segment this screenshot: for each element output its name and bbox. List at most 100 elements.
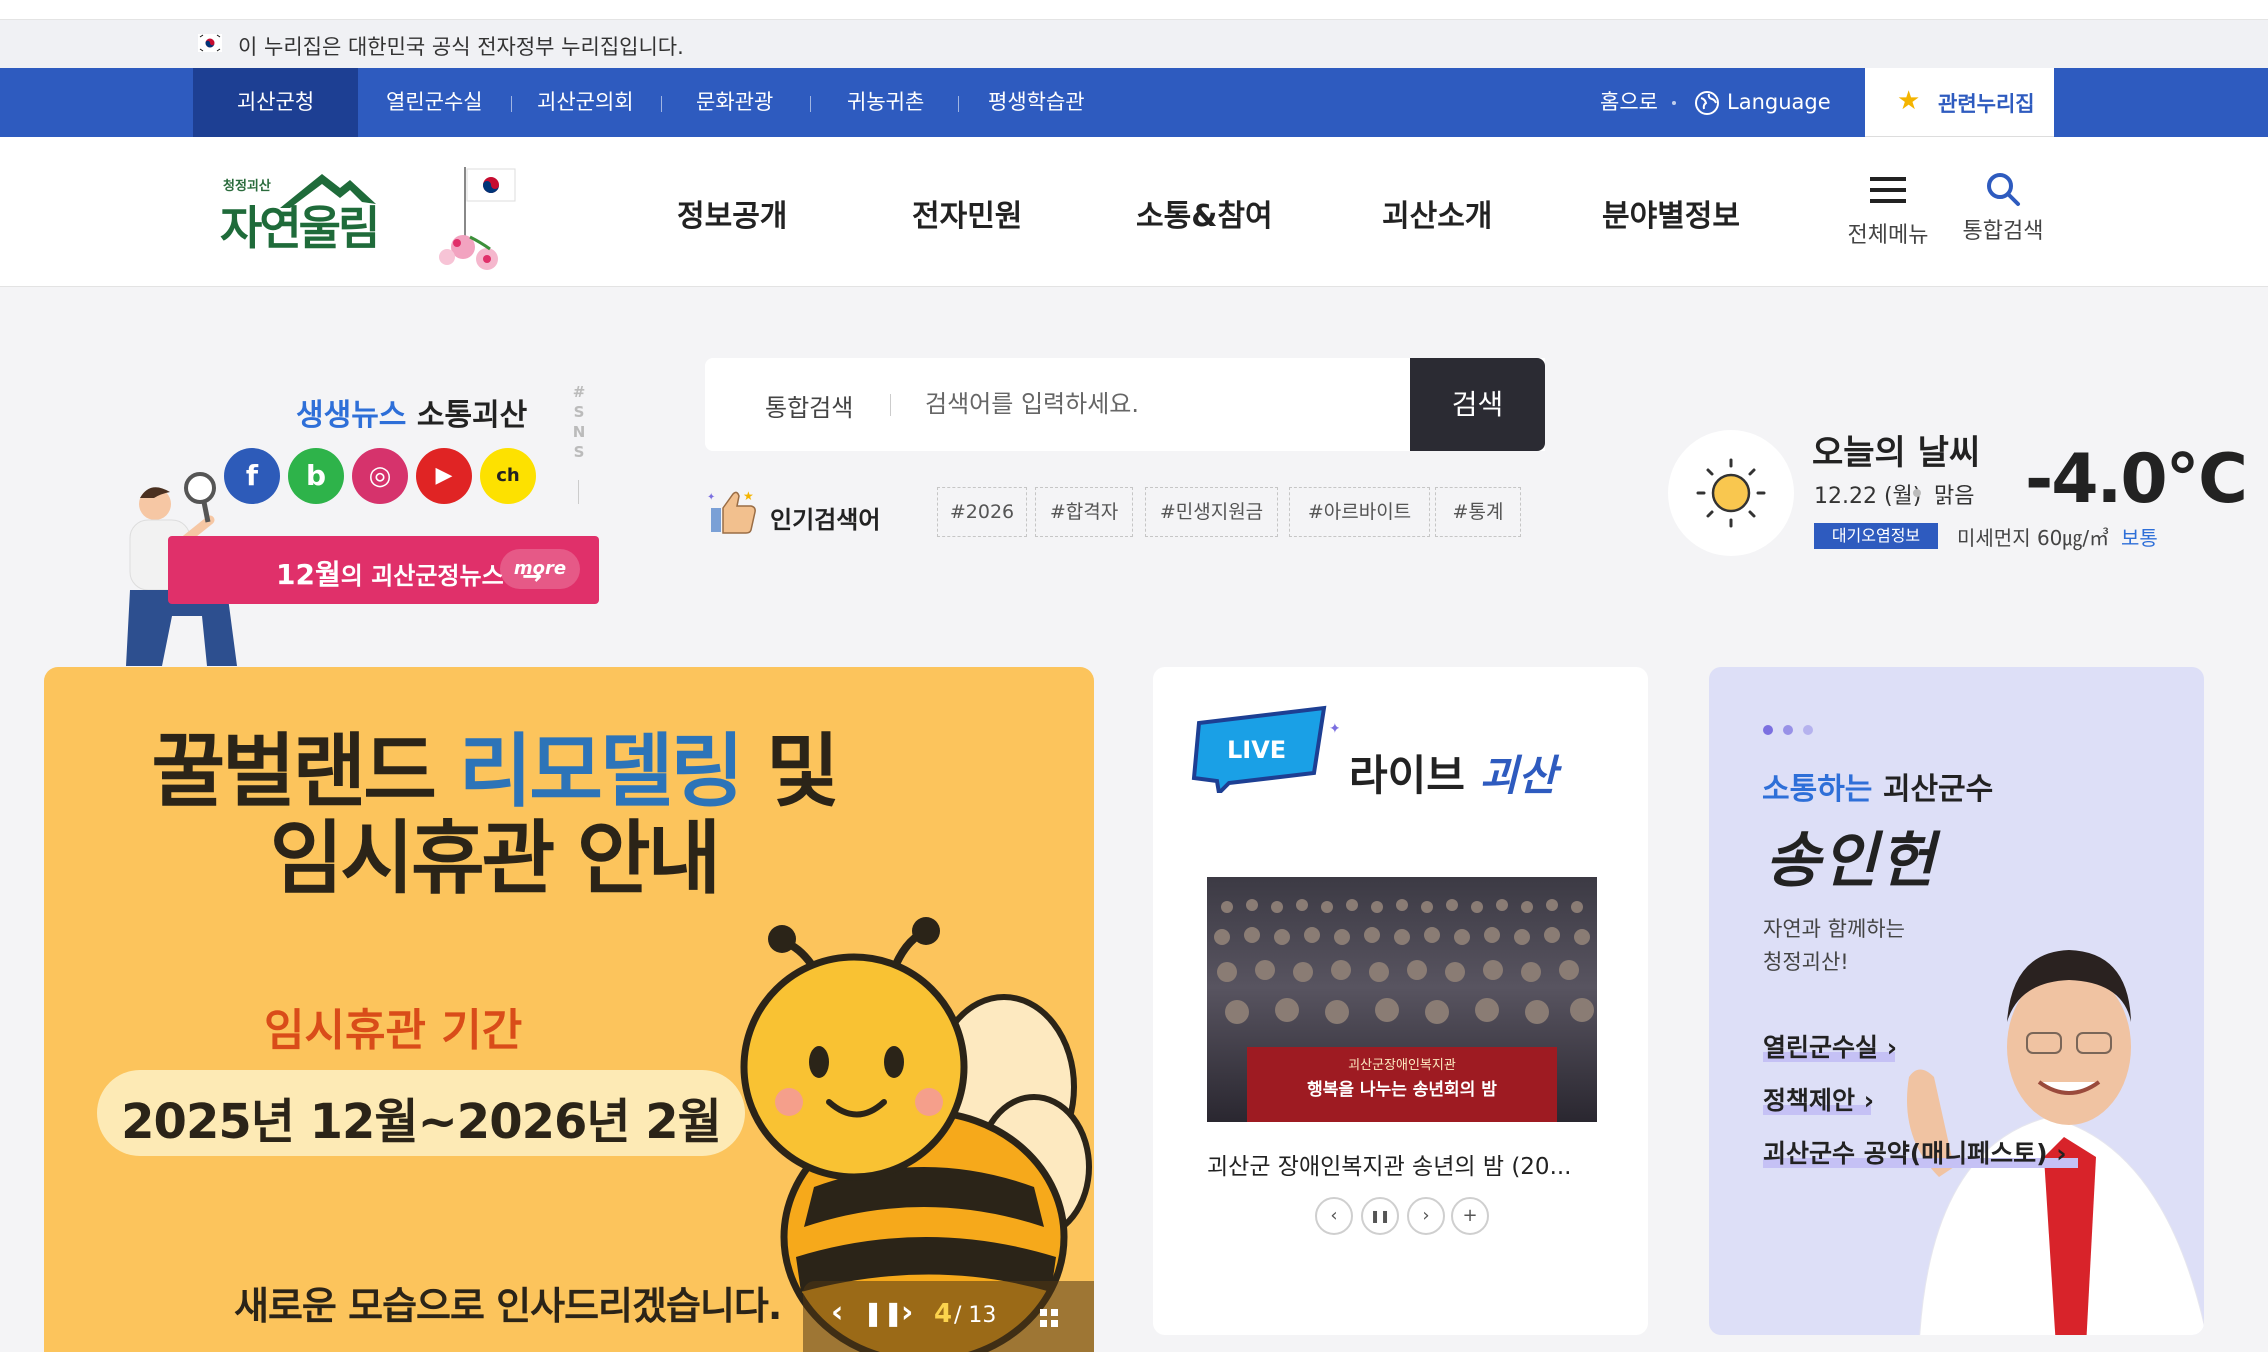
next-icon[interactable]: › xyxy=(1407,1197,1445,1235)
svg-text:✦: ✦ xyxy=(1329,721,1339,737)
photo-banner-org: 괴산군장애인복지관 xyxy=(1348,1058,1456,1073)
plus-icon[interactable]: + xyxy=(1451,1197,1489,1235)
mayor-title-highlight: 소통하는 xyxy=(1762,772,1873,807)
popular-search-label: 인기검색어 xyxy=(770,506,881,534)
mayor-link-manifesto[interactable]: 괴산군수 공약(매니페스토) › xyxy=(1763,1134,2078,1170)
more-label: more xyxy=(500,549,580,589)
weather-icon-wrap xyxy=(1668,430,1794,556)
weather-temperature: -4.0℃ xyxy=(2025,440,2248,519)
monthly-news-button[interactable]: 12월의 괴산군정뉴스 → more xyxy=(168,536,599,604)
prev-slide-button[interactable]: ‹ xyxy=(831,1295,843,1330)
main-header: 청정괴산 자연울림 정보공개 전자민원 소통&참여 괴산소개 분야별정보 전체메… xyxy=(0,137,2268,287)
mayor-link-open-office[interactable]: 열린군수실 › xyxy=(1763,1028,1897,1064)
youtube-icon[interactable]: ▶ xyxy=(416,448,472,504)
sns-title-rest: 소통괴산 xyxy=(416,398,528,433)
language-selector[interactable]: Language xyxy=(1727,68,1831,137)
chevron-right-icon: › xyxy=(2047,1139,2067,1168)
util-item-culture-tourism[interactable]: 문화관광 xyxy=(696,68,773,137)
util-item-lifelong-learning[interactable]: 평생학습관 xyxy=(988,68,1085,137)
util-item-county-office[interactable]: 괴산군청 xyxy=(193,68,358,137)
air-pollution-badge[interactable]: 대기오염정보 xyxy=(1814,523,1938,549)
top-strip xyxy=(0,0,2268,20)
star-icon: ★ xyxy=(1897,86,1921,116)
divider xyxy=(661,96,662,112)
gnb-e-petition[interactable]: 전자민원 xyxy=(912,191,1022,235)
integrated-search-label: 통합검색 xyxy=(1962,219,2044,244)
util-item-farming-return[interactable]: 귀농귀촌 xyxy=(847,68,924,137)
news-title-rest: 의 괴산군정뉴스 xyxy=(340,562,504,590)
blog-icon[interactable]: b xyxy=(288,448,344,504)
popular-tag[interactable]: #합격자 xyxy=(1035,487,1133,537)
flag-flower-emblem-icon xyxy=(439,167,516,270)
hamburger-icon xyxy=(1870,177,1906,203)
live-title-highlight: 괴산 xyxy=(1479,751,1557,800)
photo-banner-title: 행복을 나누는 송년회의 밤 xyxy=(1307,1080,1497,1100)
live-news-photo[interactable]: 괴산군장애인복지관 행복을 나누는 송년회의 밤 xyxy=(1207,877,1597,1122)
live-goesan-card: LIVE ✦ 라이브 괴산 괴산군장애인복지관 행복을 나누는 송년회의 밤 괴… xyxy=(1153,667,1648,1335)
gnb-field-info[interactable]: 분야별정보 xyxy=(1602,191,1740,235)
mayor-card-title: 소통하는 괴산군수 xyxy=(1762,764,1993,808)
search-icon xyxy=(1987,173,2020,206)
divider xyxy=(578,480,579,504)
live-title: 라이브 괴산 xyxy=(1349,742,1557,803)
search-input[interactable] xyxy=(925,380,1405,428)
current-slide-number: 4 xyxy=(934,1299,953,1329)
chevron-right-icon: › xyxy=(1878,1033,1898,1062)
sun-icon xyxy=(1696,458,1766,528)
banner-slider-controls: ‹ ❚❚ › 4 / 13 xyxy=(803,1281,1094,1352)
popular-tag[interactable]: #아르바이트 xyxy=(1289,487,1430,537)
mayor-link-label: 정책제안 xyxy=(1763,1086,1856,1115)
sns-vertical-label: # S N S xyxy=(572,383,586,461)
all-menu-button[interactable]: 전체메뉴 xyxy=(1838,175,1938,249)
instagram-icon[interactable]: ◎ xyxy=(352,448,408,504)
util-item-council[interactable]: 괴산군의회 xyxy=(537,68,634,137)
live-badge-icon: LIVE ✦ xyxy=(1191,705,1339,793)
audience-photo-image: 괴산군장애인복지관 행복을 나누는 송년회의 밤 xyxy=(1214,899,1594,1122)
popular-tag[interactable]: #2026 xyxy=(937,487,1027,537)
gnb-communication[interactable]: 소통&참여 xyxy=(1136,191,1273,235)
gnb-info-disclosure[interactable]: 정보공개 xyxy=(677,191,787,235)
search-scope-label[interactable]: 통합검색 xyxy=(765,388,853,423)
search-button[interactable]: 검색 xyxy=(1410,358,1545,451)
divider-dot xyxy=(1913,489,1921,497)
pause-button[interactable]: ❚❚ xyxy=(863,1299,903,1327)
divider-dot xyxy=(1672,101,1676,105)
mayor-link-policy-proposal[interactable]: 정책제안 › xyxy=(1763,1081,1874,1117)
live-news-caption[interactable]: 괴산군 장애인복지관 송년의 밤 (20... xyxy=(1207,1147,1607,1181)
banner-headline-2: 임시휴관 안내 xyxy=(269,812,721,905)
divider xyxy=(810,96,811,112)
main-banner-slide[interactable]: 꿀벌랜드 리모델링 및 임시휴관 안내 임시휴관 기간 2025년 12월~20… xyxy=(44,667,1094,1352)
related-sites-button[interactable]: ★ 관련누리집 xyxy=(1865,68,2054,137)
gov-banner: 이 누리집은 대한민국 공식 전자정부 누리집입니다. xyxy=(0,20,2268,68)
thumbs-up-icon: ★ ✦ xyxy=(707,489,756,534)
popular-tag[interactable]: #통계 xyxy=(1435,487,1521,537)
weather-title: 오늘의 날씨 xyxy=(1812,433,1981,473)
next-slide-button[interactable]: › xyxy=(901,1295,913,1330)
grid-view-icon[interactable] xyxy=(1039,1308,1059,1328)
prev-icon[interactable]: ‹ xyxy=(1315,1197,1353,1235)
gnb-about-goesan[interactable]: 괴산소개 xyxy=(1382,191,1492,235)
gov-banner-text: 이 누리집은 대한민국 공식 전자정부 누리집입니다. xyxy=(238,35,684,59)
integrated-search-button[interactable]: 통합검색 xyxy=(1953,173,2053,245)
svg-text:★: ★ xyxy=(743,489,754,503)
kakao-channel-icon[interactable]: ch xyxy=(480,448,536,504)
sns-title: 생생뉴스 소통괴산 xyxy=(296,390,527,434)
chevron-right-icon: › xyxy=(1855,1086,1875,1115)
sns-title-highlight: 생생뉴스 xyxy=(296,398,407,433)
mayor-photo xyxy=(1907,950,2204,1335)
weather-condition: 맑음 xyxy=(1934,484,1975,509)
fine-dust-status: 보통 xyxy=(2121,526,2158,550)
svg-text:✦: ✦ xyxy=(707,492,715,503)
divider xyxy=(890,394,891,416)
banner-period: 2025년 12월~2026년 2월 xyxy=(121,1094,722,1150)
home-link[interactable]: 홈으로 xyxy=(1600,68,1658,137)
banner-period-pill: 2025년 12월~2026년 2월 xyxy=(97,1070,745,1156)
related-sites-label: 관련누리집 xyxy=(1938,92,2035,116)
facebook-icon[interactable]: f xyxy=(224,448,280,504)
util-item-mayor-office[interactable]: 열린군수실 xyxy=(386,68,483,137)
total-slides: / 13 xyxy=(954,1303,997,1328)
pause-icon[interactable]: ❚❚ xyxy=(1361,1197,1399,1235)
divider xyxy=(958,96,959,112)
popular-tag[interactable]: #민생지원금 xyxy=(1145,487,1278,537)
mayor-link-label: 열린군수실 xyxy=(1763,1033,1879,1062)
